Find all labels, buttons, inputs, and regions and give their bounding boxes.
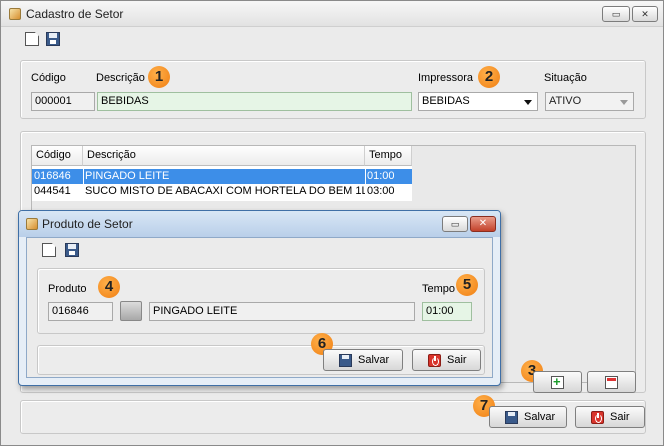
restore-button[interactable]: ▭ xyxy=(602,6,630,22)
main-titlebar[interactable]: Cadastro de Setor ▭ ✕ xyxy=(1,1,663,27)
exit-icon xyxy=(428,354,441,367)
callout-badge-1: 1 xyxy=(148,66,170,88)
save-icon xyxy=(505,411,518,424)
save-icon[interactable] xyxy=(46,32,60,46)
callout-badge-2: 2 xyxy=(478,66,500,88)
exit-button[interactable]: Sair xyxy=(575,406,645,428)
produto-dialog: Produto de Setor ▭ ✕ Produto 4 016846 PI… xyxy=(18,210,501,386)
table-cell-tempo: 01:00 xyxy=(367,170,395,182)
products-table: Código Descrição Tempo 016846 PINGADO LE… xyxy=(32,146,412,201)
add-item-icon xyxy=(551,374,564,389)
column-header-tempo[interactable]: Tempo xyxy=(365,146,412,166)
add-item-button[interactable] xyxy=(533,371,582,393)
dialog-form-panel: Produto 4 016846 PINGADO LEITE Tempo 5 0… xyxy=(37,268,485,334)
situacao-value: ATIVO xyxy=(549,95,582,107)
chevron-down-icon xyxy=(620,100,628,105)
dialog-titlebar[interactable]: Produto de Setor ▭ ✕ xyxy=(19,211,500,237)
impressora-label: Impressora xyxy=(418,72,474,84)
descricao-field[interactable]: BEBIDAS xyxy=(97,92,412,111)
tempo-field[interactable]: 01:00 xyxy=(422,302,472,321)
codigo-field[interactable]: 000001 xyxy=(31,92,95,111)
table-cell-codigo: 044541 xyxy=(34,185,71,197)
column-header-codigo[interactable]: Código xyxy=(32,146,83,166)
impressora-select[interactable]: BEBIDAS xyxy=(418,92,538,111)
window-title: Cadastro de Setor xyxy=(26,7,124,21)
tempo-label: Tempo xyxy=(422,283,456,295)
table-row[interactable]: 016846 PINGADO LEITE 01:00 xyxy=(32,169,412,184)
close-button[interactable]: ✕ xyxy=(632,6,658,22)
callout-badge-5: 5 xyxy=(456,274,478,296)
save-button[interactable]: Salvar xyxy=(489,406,567,428)
dialog-exit-label: Sair xyxy=(447,354,467,366)
produto-name-field[interactable]: PINGADO LEITE xyxy=(149,302,415,321)
dialog-body: Produto 4 016846 PINGADO LEITE Tempo 5 0… xyxy=(26,237,493,378)
table-cell-tempo: 03:00 xyxy=(367,185,395,197)
footer-panel: 7 Salvar Sair xyxy=(20,395,646,434)
header-panel: Código 000001 Descrição 1 BEBIDAS Impres… xyxy=(20,60,646,119)
save-icon[interactable] xyxy=(65,243,79,257)
remove-item-button[interactable] xyxy=(587,371,636,393)
table-row[interactable]: 044541 SUCO MISTO DE ABACAXI COM HORTELA… xyxy=(32,184,412,199)
produto-code-field[interactable]: 016846 xyxy=(48,302,113,321)
impressora-value: BEBIDAS xyxy=(422,95,470,107)
dialog-exit-button[interactable]: Sair xyxy=(412,349,481,371)
dialog-close-button[interactable]: ✕ xyxy=(470,216,496,232)
table-cell-descricao: PINGADO LEITE xyxy=(85,170,170,182)
situacao-select[interactable]: ATIVO xyxy=(545,92,634,111)
produto-label: Produto xyxy=(48,283,87,295)
codigo-label: Código xyxy=(31,72,66,84)
situacao-label: Situação xyxy=(544,72,587,84)
table-cell-codigo: 016846 xyxy=(34,170,71,182)
descricao-label: Descrição xyxy=(96,72,145,84)
app-icon xyxy=(9,8,21,20)
remove-item-icon xyxy=(605,376,618,389)
save-icon xyxy=(339,354,352,367)
chevron-down-icon xyxy=(524,100,532,105)
dialog-title: Produto de Setor xyxy=(42,217,133,231)
callout-badge-4: 4 xyxy=(98,276,120,298)
column-header-descricao[interactable]: Descrição xyxy=(83,146,365,166)
new-document-icon[interactable] xyxy=(42,243,56,257)
app-icon xyxy=(26,218,38,230)
table-cell-descricao: SUCO MISTO DE ABACAXI COM HORTELA DO BEM… xyxy=(85,185,365,197)
search-icon[interactable] xyxy=(120,301,142,321)
exit-icon xyxy=(591,411,604,424)
dialog-button-panel: 6 Salvar Sair xyxy=(37,333,485,375)
exit-button-label: Sair xyxy=(610,411,630,423)
dialog-restore-button[interactable]: ▭ xyxy=(442,216,468,232)
dialog-save-label: Salvar xyxy=(358,354,390,366)
dialog-save-button[interactable]: Salvar xyxy=(323,349,403,371)
save-button-label: Salvar xyxy=(524,411,556,423)
new-document-icon[interactable] xyxy=(25,32,39,46)
